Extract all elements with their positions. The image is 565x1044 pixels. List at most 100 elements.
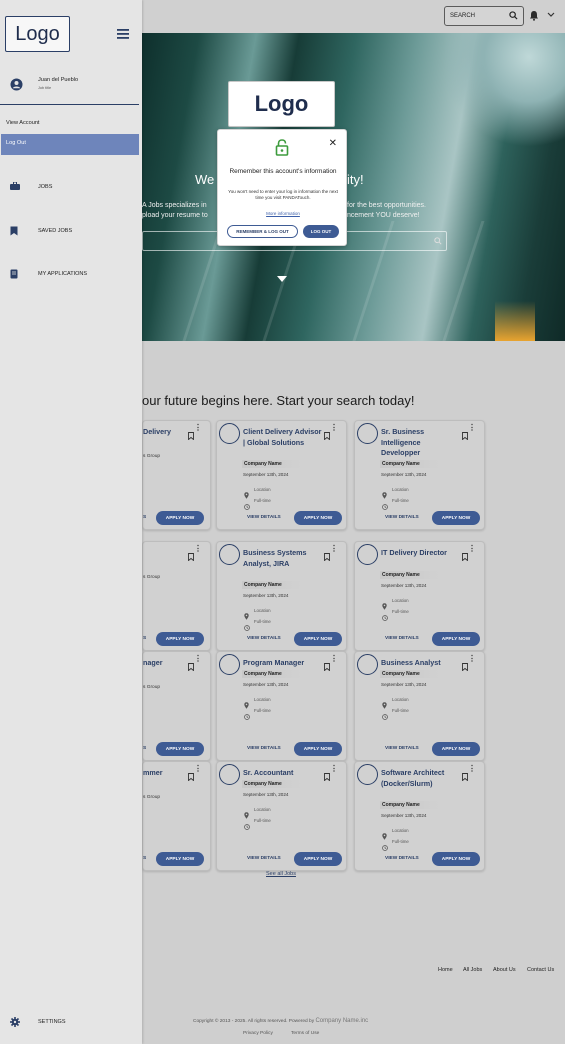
- more-options-icon[interactable]: ⋮: [330, 655, 338, 663]
- menu-icon[interactable]: [117, 29, 129, 39]
- hero-headline-right: ity!: [347, 172, 364, 187]
- more-options-icon[interactable]: ⋮: [468, 424, 476, 432]
- view-details-button[interactable]: VIEW DETAILS: [385, 636, 419, 641]
- job-title[interactable]: Business Analyst: [381, 658, 461, 669]
- job-card: Sr. Accountant ⋮ Company Name September 13t…: [216, 761, 347, 871]
- footer-link-all-jobs[interactable]: All Jobs: [463, 967, 482, 973]
- nav-label-saved-jobs: SAVED JOBS: [38, 228, 73, 234]
- job-title[interactable]: Sr. Business Intelligence Developper: [381, 427, 461, 459]
- more-options-icon[interactable]: ⋮: [468, 545, 476, 553]
- terms-link[interactable]: Terms of Use: [291, 1031, 319, 1036]
- sidebar-logo[interactable]: Logo: [5, 16, 70, 52]
- see-all-jobs-link[interactable]: See all Jobs: [266, 871, 296, 877]
- hero-sub-2b: ncement YOU deserve!: [347, 212, 420, 219]
- more-options-icon[interactable]: ⋮: [330, 545, 338, 553]
- user-name: Juan del Pueblo: [38, 77, 79, 83]
- hero-logo: Logo: [228, 81, 335, 127]
- more-options-icon[interactable]: ⋮: [468, 765, 476, 773]
- job-title[interactable]: Client Delivery Advisor | Global Solutio…: [243, 427, 323, 448]
- view-details-button[interactable]: VIEW DETAILS: [385, 515, 419, 520]
- search-box[interactable]: SEARCH: [444, 6, 524, 26]
- view-details-button[interactable]: S: [143, 515, 146, 520]
- more-options-icon[interactable]: ⋮: [194, 545, 202, 553]
- clock-icon: [244, 817, 250, 835]
- job-type: Full-time: [254, 619, 271, 624]
- user-avatar-icon: [10, 78, 23, 91]
- divider: [0, 104, 139, 105]
- more-options-icon[interactable]: ⋮: [468, 655, 476, 663]
- posted-date: September 13th, 2024: [243, 792, 289, 797]
- apply-now-button[interactable]: APPLY NOW: [432, 742, 480, 756]
- hero-banner: [142, 33, 565, 341]
- clock-icon: [382, 497, 388, 515]
- apply-now-button[interactable]: APPLY NOW: [156, 742, 204, 756]
- job-location: Location: [254, 697, 271, 702]
- company-name: Company Name: [380, 801, 440, 809]
- job-location: Location: [392, 597, 409, 603]
- job-title[interactable]: mmer: [143, 768, 173, 779]
- view-account-link[interactable]: View Account: [6, 120, 39, 126]
- company-logo-placeholder: [357, 654, 378, 675]
- scroll-down-icon[interactable]: [277, 276, 287, 282]
- company-logo-placeholder: [357, 423, 378, 444]
- view-details-button[interactable]: VIEW DETAILS: [247, 515, 281, 520]
- apply-now-button[interactable]: APPLY NOW: [294, 632, 342, 646]
- footer-link-contact[interactable]: Contact Us: [527, 967, 554, 973]
- view-details-button[interactable]: S: [143, 856, 146, 861]
- apply-now-button[interactable]: APPLY NOW: [432, 511, 480, 525]
- more-options-icon[interactable]: ⋮: [194, 424, 202, 432]
- view-details-button[interactable]: VIEW DETAILS: [247, 636, 281, 641]
- more-options-icon[interactable]: ⋮: [194, 655, 202, 663]
- job-card-partial: Delivery ⋮ s Group S APPLY NOW: [142, 420, 211, 530]
- view-details-button[interactable]: S: [143, 636, 146, 641]
- job-title[interactable]: Business Systems Analyst, JIRA: [243, 548, 323, 569]
- privacy-policy-link[interactable]: Privacy Policy: [243, 1031, 273, 1036]
- view-details-button[interactable]: VIEW DETAILS: [247, 856, 281, 861]
- apply-now-button[interactable]: APPLY NOW: [294, 742, 342, 756]
- footer-link-about[interactable]: About Us: [493, 967, 516, 973]
- footer-link-home[interactable]: Home: [438, 967, 453, 973]
- view-details-button[interactable]: VIEW DETAILS: [385, 856, 419, 861]
- document-icon: [10, 269, 18, 279]
- job-card: Sr. Business Intelligence Developper ⋮ Com…: [354, 420, 485, 530]
- search-icon[interactable]: [509, 11, 518, 20]
- job-type: Full-time: [392, 708, 409, 713]
- apply-now-button[interactable]: APPLY NOW: [156, 852, 204, 866]
- apply-now-button[interactable]: APPLY NOW: [156, 511, 204, 525]
- log-out-item[interactable]: Log Out: [1, 134, 139, 155]
- job-company: s Group: [143, 795, 161, 800]
- company-logo-placeholder: [219, 654, 240, 675]
- company-name: Company Name: [242, 581, 302, 589]
- job-title[interactable]: IT Delivery Director: [381, 548, 461, 559]
- job-card: Client Delivery Advisor | Global Solutio…: [216, 420, 347, 530]
- close-icon[interactable]: ✕: [329, 138, 337, 149]
- nav-label-jobs: JOBS: [38, 184, 53, 190]
- job-card: Program Manager ⋮ Company Name September 13…: [216, 651, 347, 761]
- more-options-icon[interactable]: ⋮: [330, 424, 338, 432]
- apply-now-button[interactable]: APPLY NOW: [432, 632, 480, 646]
- apply-now-button[interactable]: APPLY NOW: [156, 632, 204, 646]
- more-information-link[interactable]: More information: [218, 211, 348, 216]
- view-details-button[interactable]: VIEW DETAILS: [385, 746, 419, 751]
- job-title[interactable]: Delivery: [143, 427, 173, 438]
- job-location: Location: [392, 828, 409, 833]
- view-details-button[interactable]: VIEW DETAILS: [247, 746, 281, 751]
- logout-button[interactable]: LOG OUT: [303, 225, 339, 238]
- job-title[interactable]: Program Manager: [243, 658, 323, 669]
- posted-date: September 13th, 2024: [243, 682, 289, 687]
- job-title[interactable]: Sr. Accountant: [243, 768, 323, 779]
- apply-now-button[interactable]: APPLY NOW: [294, 852, 342, 866]
- chevron-down-icon[interactable]: [547, 12, 555, 18]
- remember-and-logout-button[interactable]: REMEMBER & LOG OUT: [227, 225, 298, 238]
- job-type: Full-time: [254, 498, 271, 503]
- more-options-icon[interactable]: ⋮: [330, 765, 338, 773]
- more-options-icon[interactable]: ⋮: [194, 765, 202, 773]
- view-details-button[interactable]: S: [143, 746, 146, 751]
- job-title[interactable]: nager: [143, 658, 173, 669]
- job-type: Full-time: [254, 708, 271, 713]
- apply-now-button[interactable]: APPLY NOW: [432, 852, 480, 866]
- apply-now-button[interactable]: APPLY NOW: [294, 511, 342, 525]
- job-title[interactable]: Software Architect (Docker/Slurm): [381, 768, 461, 789]
- job-type: Full-time: [392, 608, 409, 614]
- bell-icon[interactable]: [529, 10, 539, 21]
